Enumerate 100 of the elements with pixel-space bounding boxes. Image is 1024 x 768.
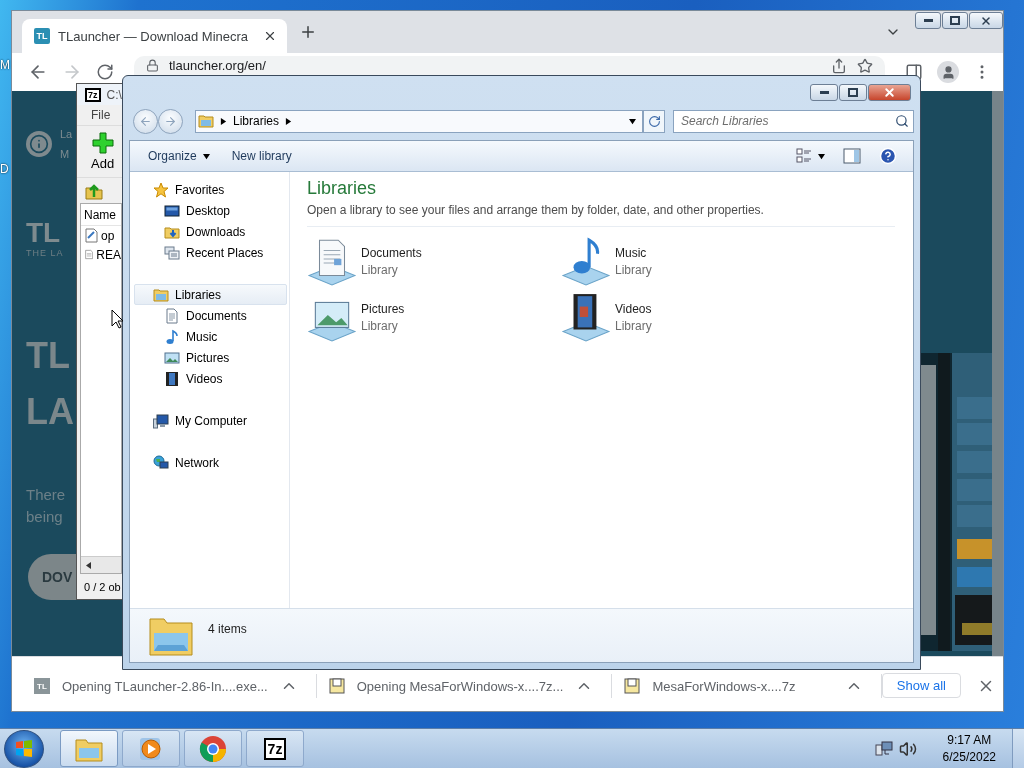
archiver-logo: 7z	[263, 737, 287, 760]
back-arrow-icon	[139, 114, 152, 128]
network-icon[interactable]	[874, 739, 893, 758]
clock[interactable]: 9:17 AM 6/25/2022	[922, 733, 1006, 764]
window-title: C:\	[106, 87, 122, 102]
tab-favicon: TL	[34, 28, 50, 44]
windows-flag-icon	[14, 738, 34, 759]
library-item[interactable]: Documents Library	[307, 233, 561, 289]
launcher-file-icon: TL	[34, 678, 50, 694]
library-item[interactable]: Videos Library	[561, 289, 815, 345]
menu-item[interactable]: File	[91, 108, 111, 122]
caret-icon	[818, 152, 825, 160]
computer-icon	[153, 412, 169, 429]
taskbar-button[interactable]	[184, 730, 242, 767]
info-icon	[26, 131, 52, 157]
library-item[interactable]: Music Library	[561, 233, 815, 289]
nav-item[interactable]: Pictures	[134, 347, 287, 368]
nav-item[interactable]: Videos	[134, 368, 287, 389]
command-button[interactable]: New library	[223, 145, 300, 167]
organize-menu[interactable]: Organize	[140, 145, 218, 167]
nav-item[interactable]: Libraries	[134, 284, 287, 305]
address-bar[interactable]: tlauncher.org/en/	[134, 56, 885, 75]
nav-item[interactable]: Desktop	[134, 200, 287, 221]
show-all-button[interactable]: Show all	[881, 673, 961, 698]
view-list-icon	[796, 148, 812, 164]
desktop-icon	[164, 202, 180, 219]
picture-icon	[164, 349, 180, 366]
taskbar-button[interactable]	[60, 730, 118, 767]
new-tab-icon[interactable]	[299, 23, 317, 41]
library-type: Library	[361, 318, 399, 333]
minimize-button[interactable]	[810, 83, 838, 101]
share-icon[interactable]	[831, 57, 847, 74]
start-button[interactable]	[4, 729, 44, 768]
caret-icon	[202, 152, 210, 160]
download-item[interactable]: TL Opening TLauncher-2.86-In....exe...	[22, 674, 317, 698]
close-button[interactable]	[868, 83, 911, 101]
nav-item[interactable]: Documents	[134, 305, 287, 326]
body-text: There	[26, 485, 67, 505]
library-folder-icon	[153, 286, 169, 303]
library-type: Library	[361, 262, 399, 277]
library-name: Videos	[615, 301, 652, 316]
taskbar-button[interactable]	[122, 730, 180, 767]
taskbar-button[interactable]: 7z	[246, 730, 304, 767]
page-heading: Libraries	[307, 178, 378, 199]
nav-item[interactable]: Favorites	[134, 179, 287, 200]
preview-pane-icon	[843, 148, 861, 164]
star-icon	[153, 181, 169, 198]
file-icon	[85, 228, 98, 243]
search-field[interactable]: Search Libraries	[673, 109, 914, 133]
nav-item[interactable]: Network	[134, 452, 287, 473]
library-type: Library	[615, 262, 652, 277]
breadcrumb-item[interactable]: Libraries	[233, 114, 280, 128]
add-button[interactable]: Add	[91, 126, 115, 177]
chrome-icon	[198, 733, 228, 764]
url-text: tlauncher.org/en/	[169, 58, 267, 73]
minimize-icon	[923, 19, 933, 22]
dropdown-caret-icon	[629, 117, 636, 125]
page-description: Open a library to see your files and arrange them by folder, date, and other properties.	[307, 203, 765, 217]
download-name: Opening MesaForWindows-x....7z...	[356, 678, 564, 694]
archive-file-icon	[328, 678, 345, 694]
column-header[interactable]: Name	[81, 204, 121, 226]
bookmark-star-icon[interactable]	[857, 57, 873, 74]
profile-avatar[interactable]	[937, 61, 959, 83]
reload-icon[interactable]	[96, 63, 114, 81]
browser-tab[interactable]: TL TLauncher — Download Minecra	[22, 19, 287, 53]
document-icon	[164, 307, 180, 324]
download-item[interactable]: MesaForWindows-x....7z	[612, 674, 882, 698]
person-icon	[940, 64, 956, 80]
download-name: Opening TLauncher-2.86-In....exe...	[62, 678, 268, 694]
library-item[interactable]: Pictures Library	[307, 289, 561, 345]
nav-item[interactable]: Downloads	[134, 221, 287, 242]
restore-button[interactable]	[942, 12, 968, 29]
volume-icon[interactable]	[898, 739, 917, 758]
maximize-icon	[848, 87, 858, 97]
nav-item[interactable]: Music	[134, 326, 287, 347]
site-tagline: THE LA	[26, 248, 65, 258]
file-name[interactable]: op	[101, 228, 115, 243]
download-item[interactable]: Opening MesaForWindows-x....7z...	[316, 674, 613, 698]
nav-item[interactable]: Recent Places	[134, 242, 287, 263]
refresh-icon	[647, 114, 661, 128]
minimize-button[interactable]	[915, 12, 941, 29]
body-text: being	[26, 507, 64, 527]
video-library-icon	[561, 292, 611, 342]
search-icon[interactable]	[895, 113, 909, 128]
file-name[interactable]: REA	[96, 247, 121, 262]
maximize-button[interactable]	[839, 83, 867, 101]
text-file-icon	[85, 247, 94, 262]
refresh-button[interactable]	[643, 109, 665, 133]
restore-icon	[950, 16, 960, 25]
close-icon[interactable]	[263, 29, 277, 43]
tab-title: TLauncher — Download Minecra	[58, 28, 250, 44]
library-name: Pictures	[361, 301, 405, 316]
close-button[interactable]	[969, 12, 1003, 29]
address-bar[interactable]: Libraries	[195, 109, 643, 133]
close-icon	[883, 85, 896, 99]
network-icon	[153, 454, 169, 471]
nav-item[interactable]: My Computer	[134, 410, 287, 431]
item-count: 4 items	[208, 622, 247, 636]
breadcrumb-arrow-icon	[220, 117, 227, 125]
headline-text: LA	[26, 390, 75, 434]
